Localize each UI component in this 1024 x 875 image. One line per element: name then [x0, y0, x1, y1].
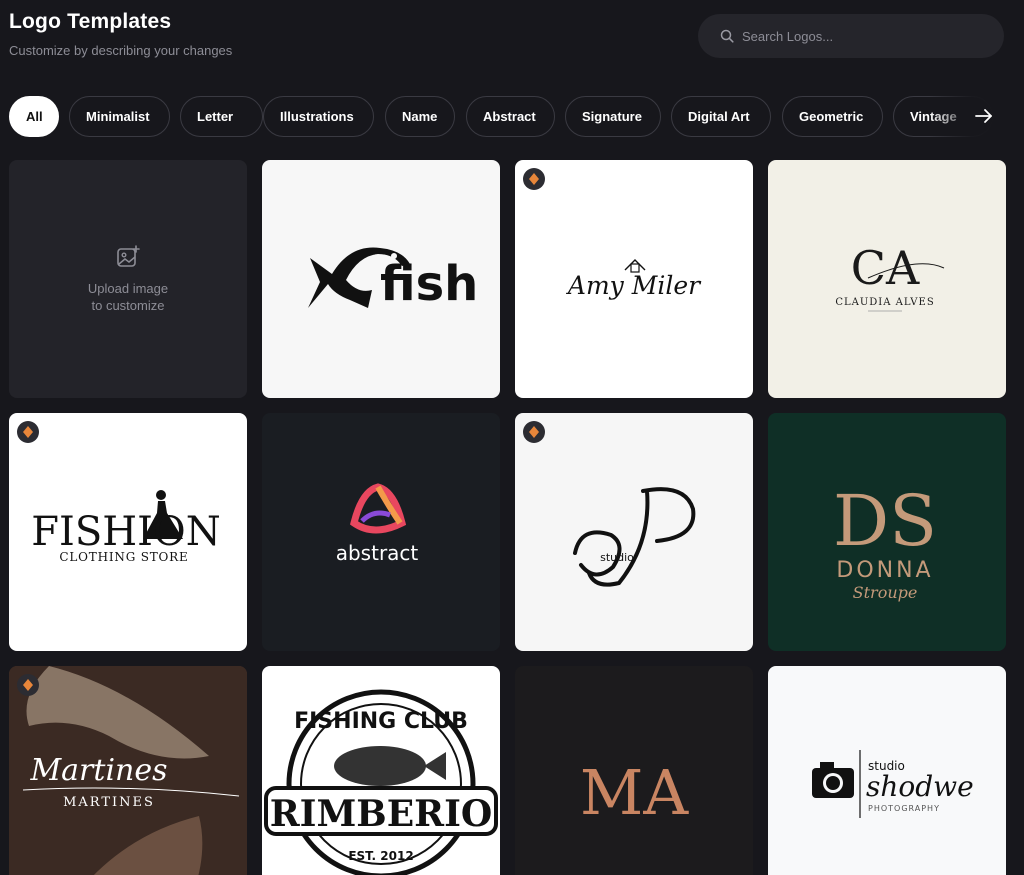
filter-letter[interactable]: Letter — [180, 96, 263, 137]
shodwe-logo: studio shodwe PHOTOGRAPHY — [812, 750, 974, 818]
fishion-text: FISHION — [31, 509, 220, 555]
image-upload-icon — [117, 245, 140, 267]
premium-diamond-icon — [23, 679, 33, 691]
filter-minimalist[interactable]: Minimalist — [69, 96, 170, 137]
ma-logo: MA — [580, 756, 689, 829]
premium-diamond-icon — [529, 173, 539, 185]
template-card-ma[interactable]: MA — [515, 666, 753, 875]
arrow-right-icon[interactable] — [974, 107, 994, 125]
premium-badge — [523, 421, 545, 443]
filter-name[interactable]: Name — [385, 96, 455, 137]
photography-text: PHOTOGRAPHY — [868, 804, 940, 813]
upload-card[interactable]: Upload image to customize — [9, 160, 247, 398]
template-card-fishion[interactable]: FISHION CLOTHING STORE — [9, 413, 247, 651]
filter-signature[interactable]: Signature — [565, 96, 661, 137]
filter-abstract[interactable]: Abstract — [466, 96, 555, 137]
abstract-text: abstract — [336, 541, 419, 565]
template-card-abstract[interactable]: abstract — [262, 413, 500, 651]
template-card-fishing-club[interactable]: FISHING CLUB RIMBERIO EST. 2012 — [262, 666, 500, 875]
premium-badge — [17, 674, 39, 696]
amy-miler-logo: Amy Miler — [566, 259, 702, 300]
amy-miler-text: Amy Miler — [566, 271, 702, 300]
search-input[interactable] — [742, 28, 972, 44]
template-card-fish[interactable]: fish — [262, 160, 500, 398]
fishion-logo: FISHION CLOTHING STORE — [31, 490, 221, 564]
search-box[interactable] — [698, 14, 1004, 58]
fish-logo-text: fish — [380, 256, 478, 312]
page-header: Logo Templates Customize by describing y… — [9, 10, 232, 58]
template-card-amy-miler[interactable]: Amy Miler — [515, 160, 753, 398]
martines-text: MARTINES — [63, 795, 155, 810]
donna-text: DONNA — [836, 558, 933, 583]
filter-illustrations[interactable]: Illustrations — [263, 96, 374, 137]
template-card-claudia-alves[interactable]: CA CLAUDIA ALVES — [768, 160, 1006, 398]
upload-label: Upload image to customize — [87, 281, 169, 313]
established-text: EST. 2012 — [348, 849, 413, 863]
filter-geometric[interactable]: Geometric — [782, 96, 883, 137]
rimberio-text: RIMBERIO — [270, 793, 493, 835]
ca-monogram: CA — [851, 241, 920, 295]
filter-chips: All Minimalist Letter Illustrations Name… — [9, 96, 1024, 138]
fishing-club-logo: FISHING CLUB RIMBERIO EST. 2012 — [264, 689, 498, 875]
ma-monogram: MA — [580, 756, 689, 829]
ds-monogram: DS — [833, 480, 937, 562]
fish-logo: fish — [308, 247, 478, 312]
page-subtitle: Customize by describing your changes — [9, 43, 233, 58]
page-title: Logo Templates — [9, 10, 172, 33]
abstract-logo: abstract — [336, 483, 419, 565]
premium-badge — [523, 168, 545, 190]
studio-p-subtext: studio — [600, 551, 634, 564]
martines-logo: Martines MARTINES — [9, 666, 247, 875]
premium-diamond-icon — [23, 426, 33, 438]
template-card-shodwe[interactable]: studio shodwe PHOTOGRAPHY — [768, 666, 1006, 875]
premium-diamond-icon — [529, 426, 539, 438]
studio-p-logo: studio — [573, 487, 696, 587]
template-card-studio-p[interactable]: studio — [515, 413, 753, 651]
donna-stroupe-logo: DS DONNA Stroupe — [833, 480, 937, 602]
fishion-subtext: CLOTHING STORE — [59, 550, 188, 564]
template-card-martines[interactable]: Martines MARTINES — [9, 666, 247, 875]
claudia-alves-text: CLAUDIA ALVES — [835, 297, 934, 308]
premium-badge — [17, 421, 39, 443]
filter-all[interactable]: All — [9, 96, 59, 137]
filter-digital-art[interactable]: Digital Art — [671, 96, 771, 137]
template-card-donna-stroupe[interactable]: DS DONNA Stroupe — [768, 413, 1006, 651]
fishing-club-text: FISHING CLUB — [294, 709, 468, 734]
search-icon — [720, 29, 734, 43]
martines-script: Martines — [29, 753, 167, 788]
shodwe-text: shodwe — [866, 770, 974, 803]
claudia-alves-logo: CA CLAUDIA ALVES — [835, 241, 945, 312]
stroupe-text: Stroupe — [853, 583, 918, 602]
